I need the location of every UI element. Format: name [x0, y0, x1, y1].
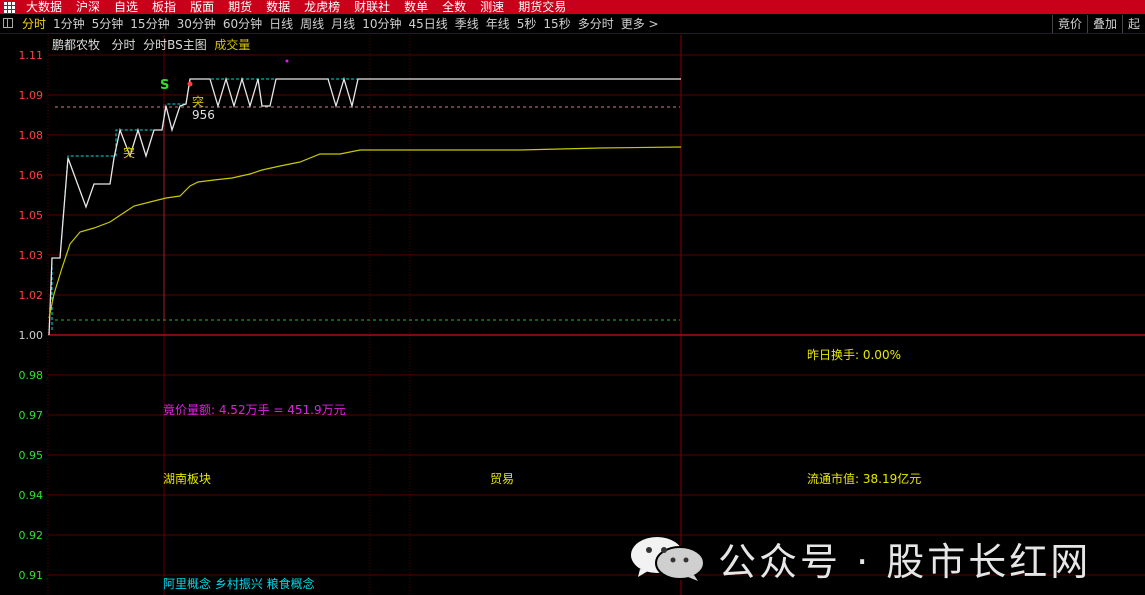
top-menu-bar: 大数据 沪深 自选 板指 版面 期货 数据 龙虎榜 财联社 数单 全数 测速 期货交易: [0, 0, 1145, 14]
magenta-dot-marker: [285, 59, 289, 63]
watermark: 公众号 · 股市长红网: [628, 534, 1091, 584]
menu-item-12[interactable]: 期货交易: [518, 0, 566, 14]
right-tool-0[interactable]: 竟价: [1051, 15, 1087, 33]
signal-break-label-2: 突: [123, 146, 136, 160]
period-tab-bar: 分时 1分钟 5分钟 15分钟 30分钟 60分钟 日线 周线 月线 10分钟 45日线 季线 年线 5秒…: [0, 15, 1145, 34]
price-line: [48, 76, 681, 336]
buy-signal-marker: [187, 81, 193, 87]
y-tick-label-6: 1.02: [19, 289, 44, 302]
y-tick-label-3: 1.06: [19, 169, 44, 182]
y-tick-label-2: 1.08: [19, 129, 44, 142]
sector-label[interactable]: 湖南板块: [163, 472, 211, 486]
wechat-icon: [631, 537, 705, 581]
y-tick-label-4: 1.05: [19, 209, 44, 222]
menu-grid-icon[interactable]: [4, 2, 15, 13]
signal-value-label: 956: [192, 108, 215, 122]
intraday-chart[interactable]: 1.11 1.09 1.08 1.06 1.05 1.03 1.02 1.00 0.98 0.97…: [0, 33, 1145, 595]
tab-1[interactable]: 1分钟: [53, 17, 85, 31]
y-tick-label-1: 1.09: [19, 89, 44, 102]
y-tick-label-7: 1.00: [19, 329, 44, 342]
menu-item-10[interactable]: 全数: [442, 0, 466, 14]
y-tick-label-10: 0.95: [19, 449, 44, 462]
y-tick-label-8: 0.98: [19, 369, 44, 382]
panel-toggle-icon[interactable]: [3, 18, 13, 28]
upper-band-line: [51, 78, 681, 330]
stock-name: 鹏都农牧: [52, 38, 101, 52]
menu-item-1[interactable]: 沪深: [76, 0, 100, 14]
menu-item-0[interactable]: 大数据: [26, 0, 62, 14]
y-tick-label-11: 0.94: [19, 489, 44, 502]
auction-volume: 竟价量额: 4.52万手 = 451.9万元: [163, 403, 346, 417]
menu-item-7[interactable]: 龙虎榜: [304, 0, 340, 14]
tab-12[interactable]: 年线: [486, 17, 510, 31]
right-tool-2[interactable]: 起: [1121, 15, 1145, 33]
concepts-label[interactable]: 阿里概念 乡村振兴 粮食概念: [163, 577, 315, 591]
y-tick-label-5: 1.03: [19, 249, 44, 262]
tab-7[interactable]: 周线: [300, 17, 324, 31]
menu-item-8[interactable]: 财联社: [354, 0, 390, 14]
signal-s-label: S: [160, 78, 170, 93]
right-tool-1[interactable]: 叠加: [1086, 15, 1122, 33]
menu-item-3[interactable]: 板指: [152, 0, 176, 14]
tab-10[interactable]: 45日线: [408, 17, 447, 31]
menu-item-6[interactable]: 数据: [266, 0, 290, 14]
prev-turnover: 昨日换手: 0.00%: [807, 348, 901, 362]
indicator-name[interactable]: 分时BS主图: [143, 38, 207, 52]
y-tick-label-9: 0.97: [19, 409, 44, 422]
signal-break-label: 突: [192, 95, 205, 109]
tab-6[interactable]: 日线: [269, 17, 293, 31]
menu-items: 大数据 沪深 自选 板指 版面 期货 数据 龙虎榜 财联社 数单 全数 测速 期货交易: [26, 0, 580, 14]
tab-16[interactable]: 更多 >: [621, 17, 659, 31]
tab-15[interactable]: 多分时: [578, 17, 614, 31]
chart-header: 鹏都农牧 分时 分时BS主图 成交量: [52, 38, 250, 52]
average-price-line: [48, 146, 682, 319]
menu-item-5[interactable]: 期货: [228, 0, 252, 14]
tab-9[interactable]: 10分钟: [362, 17, 401, 31]
menu-item-4[interactable]: 版面: [190, 0, 214, 14]
tab-5[interactable]: 60分钟: [223, 17, 262, 31]
chart-mode: 分时: [111, 38, 136, 52]
tab-8[interactable]: 月线: [331, 17, 355, 31]
y-tick-label-12: 0.92: [19, 529, 44, 542]
menu-item-11[interactable]: 测速: [480, 0, 504, 14]
period-tabs: 分时 1分钟 5分钟 15分钟 30分钟 60分钟 日线 周线 月线 10分钟 45日线 季线 年线 5秒…: [22, 15, 666, 33]
volume-label: 成交量: [214, 38, 251, 52]
tab-14[interactable]: 15秒: [543, 17, 570, 31]
tab-11[interactable]: 季线: [455, 17, 479, 31]
industry-label[interactable]: 贸易: [490, 472, 514, 486]
tab-13[interactable]: 5秒: [517, 17, 537, 31]
menu-item-9[interactable]: 数单: [404, 0, 428, 14]
tab-2[interactable]: 5分钟: [92, 17, 124, 31]
tab-3[interactable]: 15分钟: [130, 17, 169, 31]
right-tools: 竟价 叠加起: [1051, 15, 1145, 33]
tab-4[interactable]: 30分钟: [177, 17, 216, 31]
menu-item-2[interactable]: 自选: [114, 0, 138, 14]
tab-0[interactable]: 分时: [22, 17, 46, 31]
watermark-text: 公众号 · 股市长红网: [718, 539, 1092, 584]
y-tick-label-0: 1.11: [19, 49, 44, 62]
float-cap: 流通市值: 38.19亿元: [807, 472, 922, 486]
y-tick-label-13: 0.91: [19, 569, 44, 582]
